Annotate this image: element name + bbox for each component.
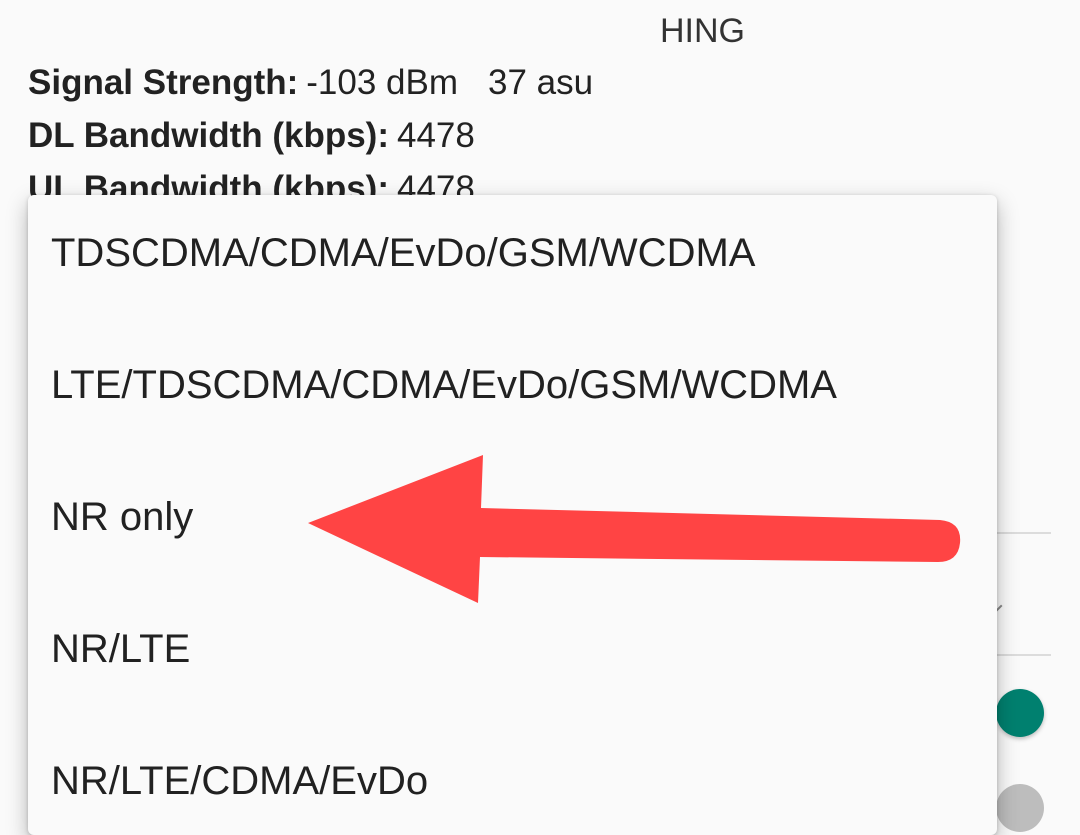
dl-bandwidth-row: DL Bandwidth (kbps): 4478 <box>28 116 475 156</box>
dl-bandwidth-label: DL Bandwidth (kbps): <box>28 116 389 155</box>
network-type-dropdown-menu: TDSCDMA/CDMA/EvDo/GSM/WCDMA LTE/TDSCDMA/… <box>28 195 997 835</box>
clipped-heading-text <box>600 0 920 2</box>
dl-bandwidth-value: 4478 <box>397 116 475 155</box>
signal-strength-asu: 37 asu <box>488 63 594 102</box>
menu-option[interactable]: NR/LTE/CDMA/EvDo <box>28 715 997 835</box>
menu-option-nr-only[interactable]: NR only <box>28 451 997 583</box>
menu-option[interactable]: NR/LTE <box>28 583 997 715</box>
section-divider <box>997 532 1051 534</box>
menu-option[interactable]: LTE/TDSCDMA/CDMA/EvDo/GSM/WCDMA <box>28 319 997 451</box>
signal-strength-dbm: -103 dBm <box>306 63 459 102</box>
section-divider <box>997 654 1051 656</box>
toggle-switch-off[interactable] <box>996 784 1044 832</box>
menu-option[interactable]: TDSCDMA/CDMA/EvDo/GSM/WCDMA <box>28 195 997 319</box>
toggle-switch-on[interactable] <box>996 689 1044 737</box>
data-state-fragment: HING <box>660 12 745 50</box>
signal-strength-row: Signal Strength: -103 dBm 37 asu <box>28 63 593 103</box>
signal-strength-label: Signal Strength: <box>28 63 299 102</box>
